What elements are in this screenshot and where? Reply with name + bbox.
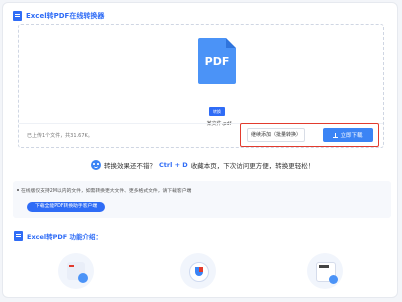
continue-add-button[interactable]: 继续添加（批量转换） [247, 128, 305, 142]
download-button-label: 立即下载 [340, 133, 363, 139]
upload-status: 已上传1个文件，共31.67K。 [27, 133, 93, 139]
download-button[interactable]: 立即下载 [323, 128, 373, 142]
feature-intro-header: Excel转PDF 功能介绍： [14, 231, 102, 241]
rating-prompt: 转换效果还不错？ Ctrl + D 收藏本页，下次访问更方便，转换更轻松！ [91, 160, 314, 170]
file-status-badge: 转换 [209, 107, 225, 116]
smiley-icon [91, 160, 101, 170]
feature-intro-title: Excel转PDF 功能介绍： [27, 233, 102, 241]
action-buttons-highlight: 继续添加（批量转换） 立即下载 [240, 123, 379, 147]
feature-download-icon [307, 253, 343, 289]
pdf-file-icon: PDF [198, 38, 236, 84]
header: Excel转PDF在线转换器 [13, 11, 104, 21]
rating-text-before: 转换效果还不错？ [104, 162, 156, 170]
pdf-file-icon-label: PDF [204, 55, 230, 68]
bullet-icon [17, 189, 19, 191]
client-notice: 在线版仅支持2M以内的文件，如需转换更大文件、更多格式文件，请下载客户端 下载全… [13, 181, 391, 218]
page-title: Excel转PDF在线转换器 [26, 12, 105, 20]
feature-convert-icon [58, 253, 94, 289]
rating-text-after: 收藏本页，下次访问更方便，转换更轻松！ [190, 162, 315, 170]
notice-text: 在线版仅支持2M以内的文件，如需转换更大文件、更多格式文件，请下载客户端 [21, 189, 192, 194]
document-icon [13, 11, 22, 21]
converter-panel: Excel转PDF在线转换器 PDF 转换 某文件.pdf 已上传1个文件，共3… [2, 2, 398, 298]
feature-security-icon [180, 253, 216, 289]
download-icon [333, 132, 339, 138]
bookmark-shortcut: Ctrl + D [159, 161, 188, 169]
download-client-button[interactable]: 下载全能PDF转换助手客户端 [27, 202, 106, 212]
document-icon [14, 231, 23, 241]
